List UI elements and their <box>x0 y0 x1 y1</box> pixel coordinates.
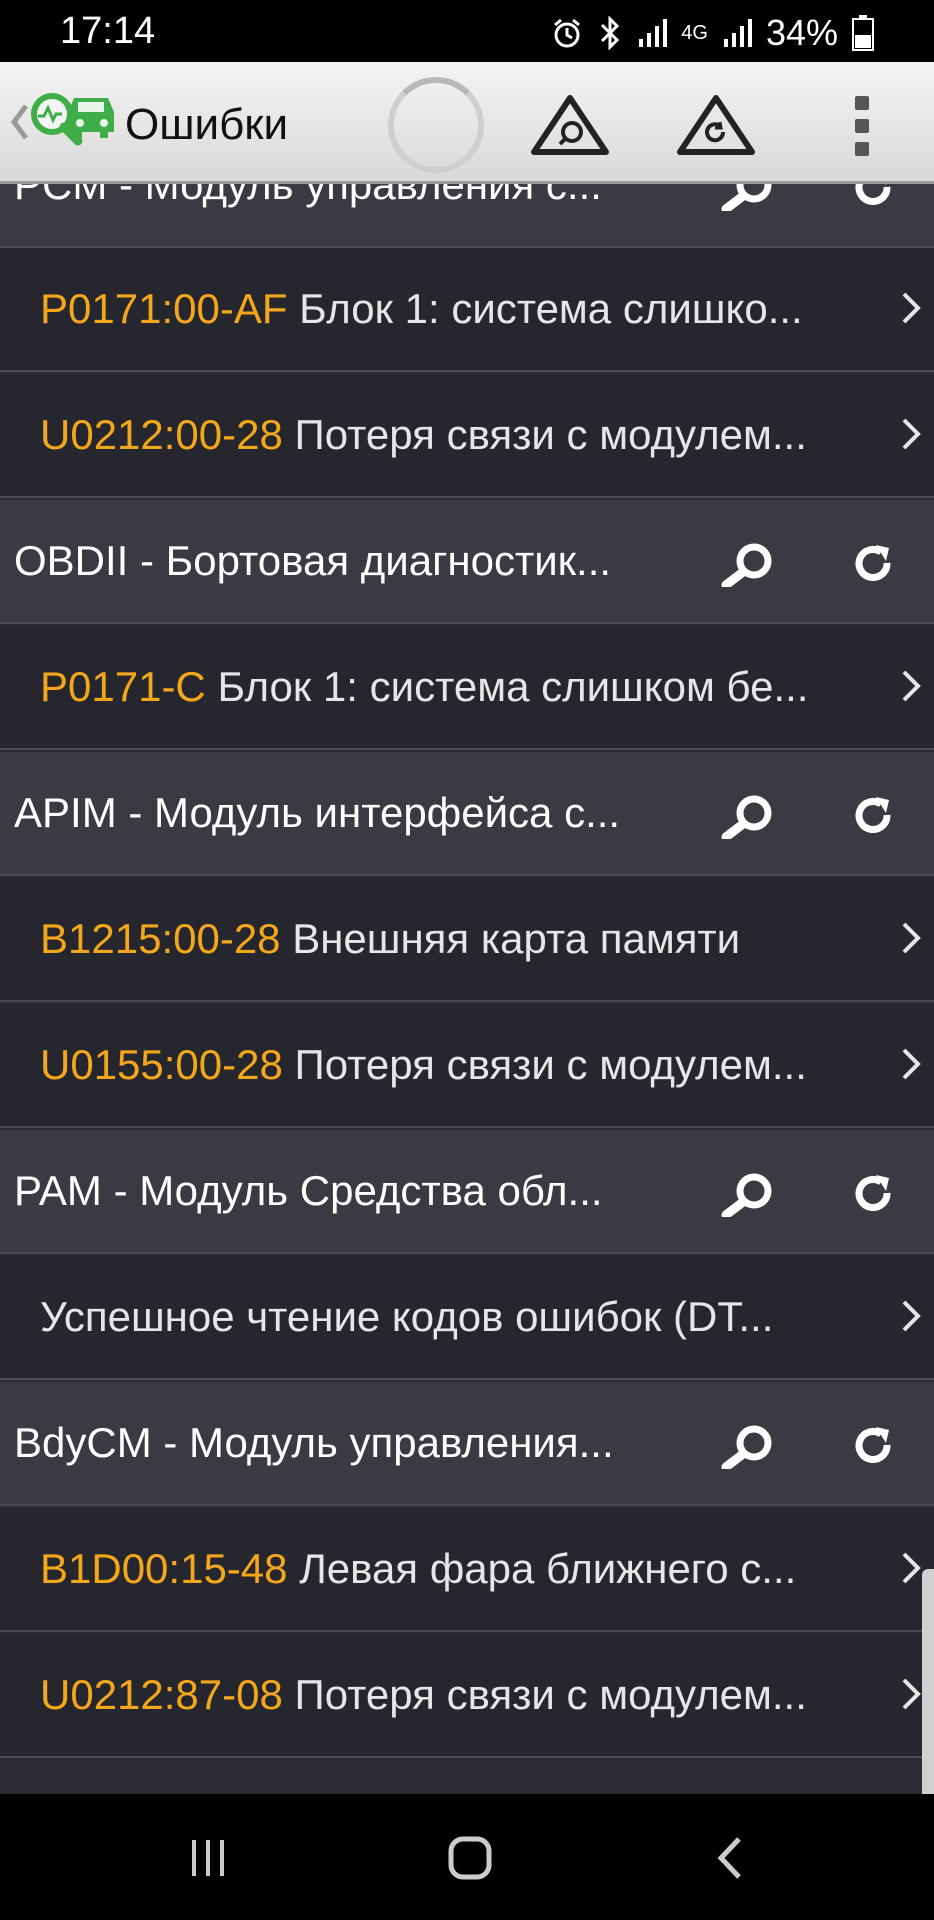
dtc-row[interactable]: Успешное чтение кодов ошибок (DT... <box>0 1256 934 1380</box>
bluetooth-icon <box>597 16 623 50</box>
app-bar: Ошибки <box>0 62 934 184</box>
warning-refresh-button[interactable] <box>676 90 756 160</box>
module-search-button[interactable] <box>712 184 782 218</box>
alarm-icon <box>551 17 583 49</box>
chevron-right-icon <box>900 1046 922 1087</box>
dtc-text: U0155:00-28 Потеря связи с модулем... <box>40 1041 807 1089</box>
refresh-icon <box>855 1175 891 1211</box>
home-button[interactable] <box>430 1828 510 1888</box>
dtc-code: P0171-C <box>40 663 206 710</box>
warning-search-button[interactable] <box>530 90 610 160</box>
dtc-text: U0212:87-08 Потеря связи с модулем... <box>40 1671 807 1719</box>
module-search-button[interactable] <box>712 786 782 846</box>
app-logo-icon[interactable] <box>28 90 120 161</box>
dtc-code: U0155:00-28 <box>40 1041 283 1088</box>
module-search-button[interactable] <box>712 534 782 594</box>
module-row-bdycm[interactable]: BdyCM - Модуль управления... <box>0 1382 934 1506</box>
module-search-button[interactable] <box>712 1416 782 1476</box>
dtc-row[interactable]: U0212:87-08 Потеря связи с модулем... <box>0 1634 934 1758</box>
dtc-row[interactable]: U0155:00-28 Потеря связи с модулем... <box>0 1004 934 1128</box>
refresh-icon <box>855 1427 891 1463</box>
chevron-right-icon <box>900 1550 922 1591</box>
back-button[interactable] <box>690 1828 770 1888</box>
network-type-label: 4G <box>681 22 708 44</box>
dtc-description: Блок 1: система слишком бе... <box>217 663 809 710</box>
chevron-right-icon <box>900 920 922 961</box>
scrollbar[interactable] <box>922 1569 934 1794</box>
module-name: PCM - Модуль управления с... <box>14 184 602 208</box>
module-refresh-button[interactable] <box>838 1414 908 1474</box>
module-row-obdii[interactable]: OBDII - Бортовая диагностик... <box>0 500 934 624</box>
more-options-icon[interactable] <box>842 96 882 156</box>
dtc-code: U0212:87-08 <box>40 1671 283 1718</box>
refresh-icon <box>855 545 891 581</box>
chevron-right-icon <box>900 416 922 457</box>
warning-refresh-icon <box>677 95 755 155</box>
status-icons: 4G 34% <box>551 12 874 54</box>
dtc-code: B1215:00-28 <box>40 915 281 962</box>
dtc-row[interactable]: B1215:00-28 Внешняя карта памяти <box>0 878 934 1002</box>
module-refresh-button[interactable] <box>838 784 908 844</box>
search-icon <box>721 1173 772 1217</box>
module-refresh-button[interactable] <box>838 532 908 592</box>
search-icon <box>721 184 772 211</box>
battery-percent: 34% <box>765 12 838 53</box>
dtc-description: Потеря связи с модулем... <box>294 1671 807 1718</box>
dtc-description: Внешняя карта памяти <box>292 915 741 962</box>
status-time: 17:14 <box>60 10 156 52</box>
dtc-text: U0212:00-28 Потеря связи с модулем... <box>40 411 807 459</box>
loading-spinner <box>388 77 484 173</box>
error-list: PCM - Модуль управления с... P0171:00-AF… <box>0 184 934 1794</box>
refresh-icon <box>855 797 891 833</box>
chevron-right-icon <box>900 290 922 331</box>
dtc-code: B1D00:15-48 <box>40 1545 288 1592</box>
dtc-row[interactable]: P0171:00-AF Блок 1: система слишко... <box>0 248 934 372</box>
home-icon <box>448 1836 492 1880</box>
chevron-right-icon <box>900 1298 922 1339</box>
chevron-right-icon <box>900 1676 922 1717</box>
dtc-description: Потеря связи с модулем... <box>294 1041 807 1088</box>
page-title: Ошибки <box>125 100 289 149</box>
module-name: PAM - Модуль Средства обл... <box>14 1167 603 1214</box>
module-refresh-button[interactable] <box>838 1162 908 1222</box>
search-icon <box>721 543 772 587</box>
dtc-row[interactable]: U0212:00-28 Потеря связи с модулем... <box>0 374 934 498</box>
dtc-text: B1D00:15-48 Левая фара ближнего с... <box>40 1545 796 1593</box>
dtc-description: Успешное чтение кодов ошибок (DT... <box>40 1293 774 1340</box>
dtc-row[interactable]: B1D00:15-48 Левая фара ближнего с... <box>0 1508 934 1632</box>
battery-icon <box>852 15 874 51</box>
recent-apps-button[interactable] <box>168 1828 248 1888</box>
module-row-pcm[interactable]: PCM - Модуль управления с... <box>0 184 934 248</box>
signal-icon <box>637 17 668 49</box>
dtc-code: U0212:00-28 <box>40 411 283 458</box>
dtc-text: P0171-C Блок 1: система слишком бе... <box>40 663 808 711</box>
dtc-description: Потеря связи с модулем... <box>294 411 807 458</box>
signal-icon-2 <box>722 17 752 49</box>
module-row-pam[interactable]: PAM - Модуль Средства обл... <box>0 1130 934 1254</box>
system-nav-bar <box>0 1794 934 1920</box>
warning-search-icon <box>531 95 609 155</box>
back-chevron-icon[interactable] <box>10 102 30 147</box>
status-bar: 17:14 4G 34% <box>0 0 934 62</box>
search-icon <box>721 795 772 839</box>
recent-apps-icon <box>192 1840 224 1876</box>
dtc-row[interactable]: P0171-C Блок 1: система слишком бе... <box>0 626 934 750</box>
refresh-icon <box>855 184 891 205</box>
module-name: APIM - Модуль интерфейса с... <box>14 789 621 836</box>
dtc-description: Левая фара ближнего с... <box>299 1545 797 1592</box>
module-name: OBDII - Бортовая диагностик... <box>14 537 612 584</box>
dtc-text: Успешное чтение кодов ошибок (DT... <box>40 1293 773 1341</box>
back-icon <box>717 1837 741 1879</box>
dtc-text: P0171:00-AF Блок 1: система слишко... <box>40 285 803 333</box>
dtc-code: P0171:00-AF <box>40 285 288 332</box>
module-search-button[interactable] <box>712 1164 782 1224</box>
module-refresh-button[interactable] <box>838 184 908 216</box>
module-row-apim[interactable]: APIM - Модуль интерфейса с... <box>0 752 934 876</box>
module-name: BdyCM - Модуль управления... <box>14 1419 614 1466</box>
dtc-text: B1215:00-28 Внешняя карта памяти <box>40 915 740 963</box>
search-icon <box>721 1425 772 1469</box>
chevron-right-icon <box>900 668 922 709</box>
dtc-description: Блок 1: система слишко... <box>299 285 803 332</box>
